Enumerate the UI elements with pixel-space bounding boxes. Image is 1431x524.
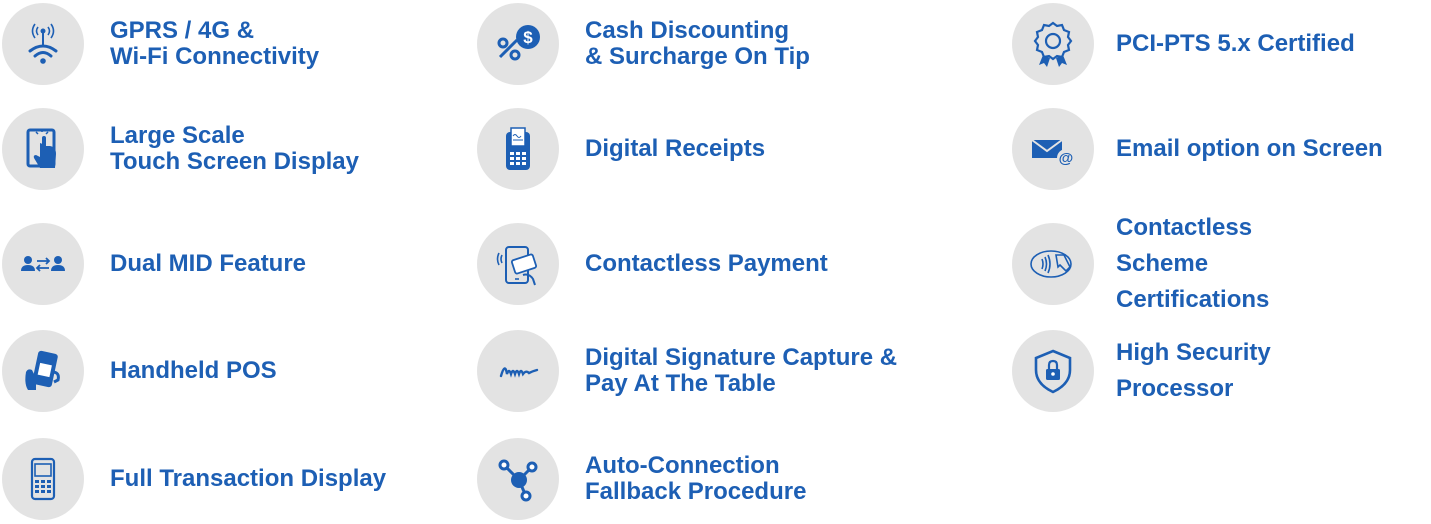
feature-label: High Security Processor [1116,339,1271,402]
feature-contactless-payment: Contactless Payment [477,223,828,305]
feature-label: Handheld POS [110,357,277,384]
feature-label: Contactless Payment [585,250,828,277]
feature-label: Email option on Screen [1116,135,1383,162]
feature-cash-discounting: $ Cash Discounting & Surcharge On Tip [477,3,810,85]
feature-pci-pts: PCI-PTS 5.x Certified [1012,3,1355,85]
feature-email-option: @ Email option on Screen [1012,108,1383,190]
feature-label: PCI-PTS 5.x Certified [1116,30,1355,57]
wifi-tower-icon [2,3,84,85]
contactless-phone-card-icon [477,223,559,305]
feature-label: Contactless Scheme Certifications [1116,214,1270,313]
contactless-card-tap-icon [1012,223,1094,305]
feature-gprs-wifi: GPRS / 4G & Wi-Fi Connectivity [2,3,319,85]
feature-contactless-scheme: Contactless Scheme Certifications [1012,215,1269,313]
handheld-pos-icon [2,330,84,412]
network-nodes-icon [477,438,559,520]
feature-label: Auto-Connection Fallback Procedure [585,452,807,505]
feature-label: GPRS / 4G & Wi-Fi Connectivity [110,17,320,70]
feature-label: Dual MID Feature [110,250,307,277]
percent-dollar-icon: $ [477,3,559,85]
certified-badge-icon [1012,3,1094,85]
feature-label: Full Transaction Display [110,465,387,492]
security-shield-lock-icon [1012,330,1094,412]
feature-large-touch-screen: Large Scale Touch Screen Display [2,108,359,190]
feature-label: Cash Discounting & Surcharge On Tip [585,17,810,70]
svg-text:@: @ [1059,150,1074,167]
feature-auto-connection: Auto-Connection Fallback Procedure [477,438,806,520]
svg-text:$: $ [523,28,533,47]
feature-digital-signature: Digital Signature Capture & Pay At The T… [477,330,897,412]
feature-handheld-pos: Handheld POS [2,330,277,412]
large-touch-screen-icon [2,108,84,190]
dual-mid-users-icon [2,223,84,305]
feature-high-security: High Security Processor [1012,330,1271,412]
feature-digital-receipts: Digital Receipts [477,108,765,190]
signature-icon [477,330,559,412]
email-at-icon: @ [1012,108,1094,190]
receipt-terminal-icon [477,108,559,190]
feature-dual-mid: Dual MID Feature [2,223,306,305]
pos-terminal-icon [2,438,84,520]
feature-label: Digital Signature Capture & Pay At The T… [585,344,898,397]
feature-label: Large Scale Touch Screen Display [110,122,359,175]
feature-full-transaction-display: Full Transaction Display [2,438,386,520]
feature-label: Digital Receipts [585,135,766,162]
